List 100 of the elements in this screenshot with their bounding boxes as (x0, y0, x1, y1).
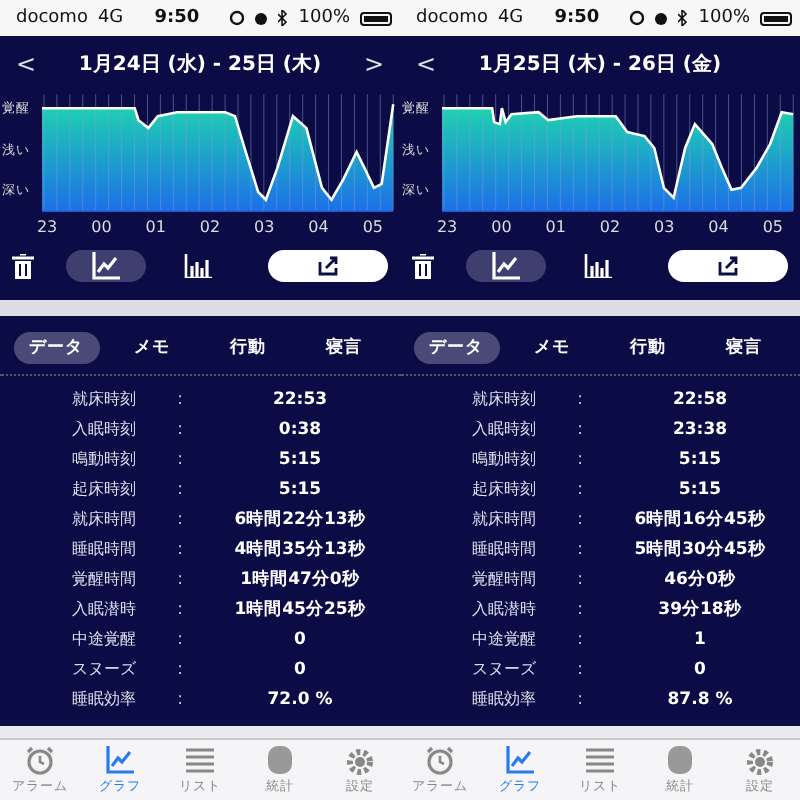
colon: : (175, 479, 185, 499)
row-value: 1時間45分25秒 (232, 597, 368, 621)
colon: : (575, 539, 585, 559)
database-icon (266, 744, 294, 776)
x-axis-label: 23 (34, 217, 60, 235)
row-label: 入眠潜時 (70, 598, 138, 620)
row-value: 6時間22分13秒 (232, 507, 368, 531)
row-value: 4時間35分13秒 (232, 537, 368, 561)
row-label: 起床時刻 (470, 478, 538, 500)
row-label: 覚醒時間 (70, 568, 138, 590)
line-chart-icon (489, 250, 521, 282)
carrier-name: docomo (16, 8, 88, 28)
x-axis-label: 02 (197, 217, 223, 235)
x-axis-label: 01 (143, 217, 168, 235)
row-value: 22:53 (270, 389, 330, 409)
share-button[interactable] (268, 250, 388, 282)
colon: : (175, 509, 185, 529)
graph-view-button[interactable] (65, 250, 145, 282)
colon: : (575, 599, 585, 619)
row-label: 覚醒時間 (470, 568, 538, 590)
line-chart-icon (104, 744, 136, 776)
row-label: 就床時刻 (70, 388, 138, 410)
row-label: 就床時間 (470, 508, 538, 530)
line-chart-icon (504, 744, 536, 776)
x-axis-label: 04 (706, 217, 731, 235)
colon: : (575, 389, 585, 409)
share-button[interactable] (668, 250, 788, 282)
trash-icon[interactable] (412, 253, 434, 279)
tab[interactable]: 寝言 (701, 332, 787, 364)
row-value: 0 (292, 629, 308, 649)
graph-view-button[interactable] (465, 250, 545, 282)
row-label: 中途覚醒 (470, 628, 538, 650)
trash-icon[interactable] (12, 253, 34, 279)
row-label: 入眠時刻 (70, 418, 138, 440)
colon: : (175, 599, 185, 619)
x-axis-label: 02 (597, 217, 623, 235)
row-value: 1時間47分0秒 (238, 567, 362, 591)
bluetooth-icon (678, 10, 689, 26)
battery-percent: 100% (298, 8, 350, 28)
row-value: 0:38 (276, 419, 324, 439)
row-label: 入眠潜時 (470, 598, 538, 620)
tab[interactable]: メモ (509, 332, 595, 364)
row-value: 1 (692, 629, 708, 649)
x-axis-label: 03 (652, 217, 677, 235)
row-label: スヌーズ (470, 658, 538, 680)
row-label: 睡眠効率 (470, 688, 538, 710)
row-value: 72.0 % (265, 689, 335, 709)
row-label: 就床時間 (70, 508, 138, 530)
colon: : (575, 629, 585, 649)
clock-time: 9:50 (152, 8, 202, 28)
row-value: 23:38 (670, 419, 730, 439)
battery-icon (360, 11, 392, 25)
row-value: 22:58 (670, 389, 730, 409)
network-type: 4G (97, 8, 124, 28)
row-value: 5:15 (276, 479, 324, 499)
colon: : (175, 389, 185, 409)
row-label: 起床時刻 (70, 478, 138, 500)
row-label: スヌーズ (70, 658, 138, 680)
tab[interactable]: メモ (109, 332, 195, 364)
x-axis-label: 05 (360, 217, 385, 235)
share-icon (717, 256, 739, 276)
row-value: 0 (292, 659, 308, 679)
gear-icon (344, 744, 376, 776)
carrier-name: docomo (416, 8, 488, 28)
colon: : (575, 689, 585, 709)
tab[interactable]: 行動 (205, 332, 291, 364)
x-axis-label: 00 (489, 217, 514, 235)
row-value: 39分18秒 (656, 597, 744, 621)
colon: : (175, 689, 185, 709)
row-value: 6時間16分45秒 (632, 507, 768, 531)
bar-chart-icon (183, 254, 211, 278)
next-arrow[interactable]: > (364, 50, 384, 78)
row-value: 46分0秒 (662, 567, 738, 591)
tab[interactable]: データ (413, 332, 499, 364)
row-label: 鳴動時刻 (70, 448, 138, 470)
alarm-clock-icon (424, 744, 456, 776)
battery-percent: 100% (698, 8, 750, 28)
tab[interactable]: 寝言 (301, 332, 387, 364)
x-axis-label: 23 (434, 217, 460, 235)
x-axis-label: 05 (760, 217, 785, 235)
line-chart-icon (89, 250, 121, 282)
date-range-title: 1月24日 (水) - 25日 (木) (76, 51, 324, 78)
previous-arrow[interactable]: < (16, 50, 36, 78)
row-label: 中途覚醒 (70, 628, 138, 650)
battery-icon (760, 11, 792, 25)
list-icon (184, 744, 216, 776)
row-label: 睡眠時間 (470, 538, 538, 560)
x-axis-label: 01 (543, 217, 568, 235)
colon: : (575, 419, 585, 439)
row-label: 睡眠時間 (70, 538, 138, 560)
bluetooth-icon (278, 10, 289, 26)
row-value: 5:15 (276, 449, 324, 469)
clock-time: 9:50 (552, 8, 602, 28)
tab[interactable]: データ (13, 332, 99, 364)
previous-arrow[interactable]: < (416, 50, 436, 78)
colon: : (575, 449, 585, 469)
bar-chart-icon (583, 254, 611, 278)
colon: : (575, 659, 585, 679)
tab[interactable]: 行動 (605, 332, 691, 364)
list-icon (584, 744, 616, 776)
